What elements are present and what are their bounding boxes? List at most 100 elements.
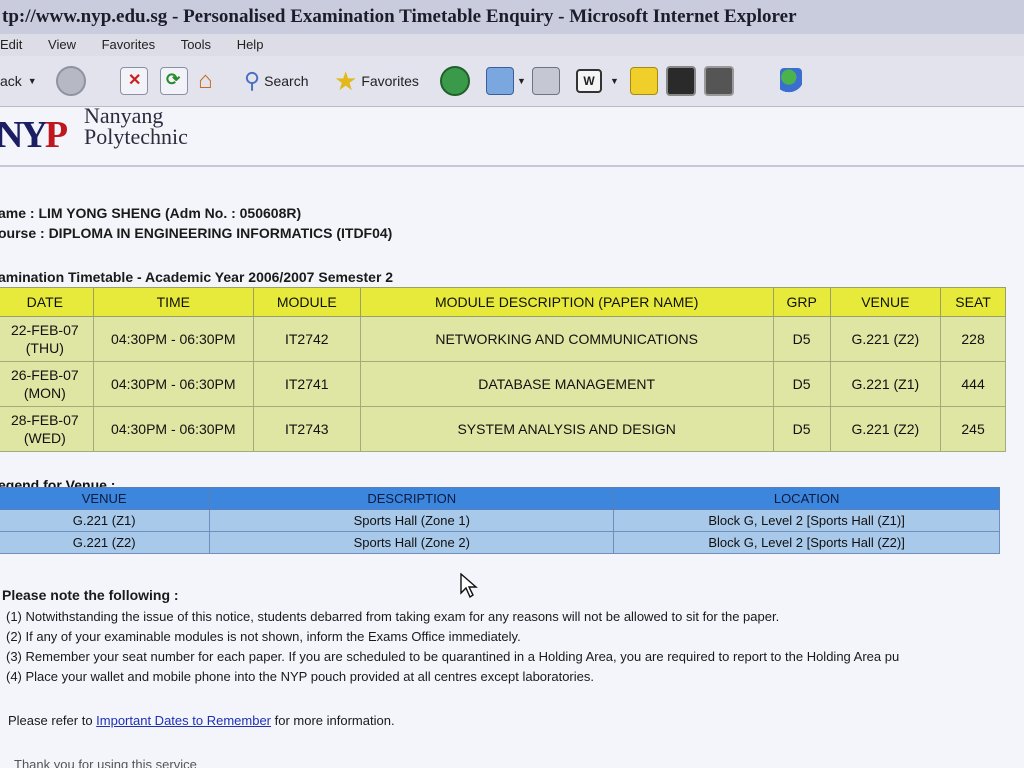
exam-grp: D5 [772,316,831,362]
col-legend-venue: VENUE [0,487,211,510]
important-dates-link[interactable]: Important Dates to Remember [96,713,271,728]
menu-tools[interactable]: Tools [181,34,211,56]
notes-button[interactable] [630,66,658,96]
legend-description: Sports Hall (Zone 1) [209,509,615,532]
stop-icon: ✕ [120,67,148,95]
refer-line: Please refer to Important Dates to Remem… [8,713,395,728]
star-icon: ★ [334,65,358,96]
refresh-icon: ⟳ [160,67,188,95]
book-button[interactable] [666,66,696,96]
exam-module: IT2741 [252,361,361,407]
table-row: 22-FEB-07 (THU) 04:30PM - 06:30PM IT2742… [0,316,1006,362]
menu-favorites[interactable]: Favorites [102,34,155,56]
search-icon: ⚲ [244,68,261,93]
window-title-bar: tp://www.nyp.edu.sg - Personalised Exami… [0,0,1024,35]
exam-date: 26-FEB-07 (MON) [0,361,94,407]
exam-seat: 228 [940,316,1006,362]
menu-edit[interactable]: Edit [0,34,22,56]
book-icon [666,66,696,96]
back-label: ack [0,73,22,89]
exam-time: 04:30PM - 06:30PM [92,316,254,362]
favorites-button[interactable]: ★ Favorites [334,66,419,96]
notes-section: Please note the following : (1) Notwiths… [2,585,899,687]
col-legend-location: LOCATION [613,487,1000,510]
notes-heading: Please note the following : [2,587,179,603]
exam-venue: G.221 (Z2) [829,316,942,362]
home-button[interactable]: ⌂ [198,66,224,96]
back-button[interactable]: ack ▼ [0,66,37,96]
menu-help[interactable]: Help [237,34,264,56]
student-course: ourse : DIPLOMA IN ENGINEERING INFORMATI… [0,225,393,241]
exam-grp: D5 [772,406,831,452]
nyp-header: NYP Nanyang Polytechnic [0,107,1024,167]
legend-location: Block G, Level 2 [Sports Hall (Z2)] [613,531,1000,554]
stop-button[interactable]: ✕ [120,66,148,96]
list-item: (4) Place your wallet and mobile phone i… [6,669,594,684]
table-row: 26-FEB-07 (MON) 04:30PM - 06:30PM IT2741… [0,361,1006,407]
col-module: MODULE [252,287,361,317]
edit-dropdown-icon[interactable]: ▼ [610,76,619,86]
exam-date: 28-FEB-07 (WED) [0,406,94,452]
nyp-logo-text: Nanyang Polytechnic [84,107,188,149]
exam-time: 04:30PM - 06:30PM [92,361,254,407]
mail-button[interactable]: ▼ [486,66,526,96]
menu-view[interactable]: View [48,34,76,56]
col-date: DATE [0,287,94,317]
exam-grp: D5 [772,361,831,407]
list-item: (2) If any of your examinable modules is… [6,629,521,644]
exam-date: 22-FEB-07 (THU) [0,316,94,362]
nyp-logo-icon: NYP [0,114,68,156]
window-title: tp://www.nyp.edu.sg - Personalised Exami… [2,6,797,27]
exam-venue: G.221 (Z1) [829,361,942,407]
exam-description: DATABASE MANAGEMENT [359,361,774,407]
research-icon [704,66,734,96]
exam-description: NETWORKING AND COMMUNICATIONS [359,316,774,362]
col-time: TIME [92,287,254,317]
col-legend-description: DESCRIPTION [209,487,615,510]
exam-venue: G.221 (Z2) [829,406,942,452]
search-label: Search [264,73,309,89]
exam-module: IT2742 [252,316,361,362]
exam-timetable: DATE TIME MODULE MODULE DESCRIPTION (PAP… [0,287,1006,452]
mouse-cursor-icon [460,573,478,599]
history-button[interactable] [440,66,470,96]
table-row: G.221 (Z2) Sports Hall (Zone 2) Block G,… [0,531,1000,554]
table-row: G.221 (Z1) Sports Hall (Zone 1) Block G,… [0,509,1000,532]
exam-module: IT2743 [252,406,361,452]
word-icon: W [576,69,602,93]
edit-button[interactable]: W ▼ [576,66,619,96]
messenger-button[interactable] [780,66,802,96]
venue-header-row: VENUE DESCRIPTION LOCATION [0,487,1000,510]
print-button[interactable] [532,66,560,96]
mail-dropdown-icon[interactable]: ▼ [517,76,526,86]
history-icon [440,66,470,96]
student-name: ame : LIM YONG SHENG (Adm No. : 050608R) [0,205,302,221]
home-icon: ⌂ [198,67,213,94]
exam-header-row: DATE TIME MODULE MODULE DESCRIPTION (PAP… [0,287,1006,317]
col-grp: GRP [772,287,831,317]
table-row: 28-FEB-07 (WED) 04:30PM - 06:30PM IT2743… [0,406,1006,452]
research-button[interactable] [704,66,734,96]
thanks-text: Thank you for using this service [14,757,197,768]
col-description: MODULE DESCRIPTION (PAPER NAME) [359,287,774,317]
mail-icon [486,67,514,95]
col-venue: VENUE [829,287,942,317]
list-item: (1) Notwithstanding the issue of this no… [6,609,780,624]
exam-seat: 245 [940,406,1006,452]
logo-line2: Polytechnic [84,124,188,149]
dropdown-arrow-icon[interactable]: ▼ [28,76,37,86]
toolbar: ack ▼ ✕ ⟳ ⌂ ⚲ Search ★ Favorites ▼ W ▼ [0,56,1024,107]
messenger-icon [780,68,802,94]
refer-prefix: Please refer to [8,713,97,728]
forward-button[interactable] [56,66,86,96]
search-button[interactable]: ⚲ Search [244,66,308,96]
venue-legend-table: VENUE DESCRIPTION LOCATION G.221 (Z1) Sp… [0,487,1000,554]
timetable-caption: amination Timetable - Academic Year 2006… [0,269,394,285]
exam-description: SYSTEM ANALYSIS AND DESIGN [359,406,774,452]
menu-bar: Edit View Favorites Tools Help [0,34,1024,56]
exam-seat: 444 [940,361,1006,407]
student-info: ame : LIM YONG SHENG (Adm No. : 050608R)… [0,203,392,243]
refer-suffix: for more information. [271,713,395,728]
refresh-button[interactable]: ⟳ [160,66,188,96]
legend-description: Sports Hall (Zone 2) [209,531,615,554]
